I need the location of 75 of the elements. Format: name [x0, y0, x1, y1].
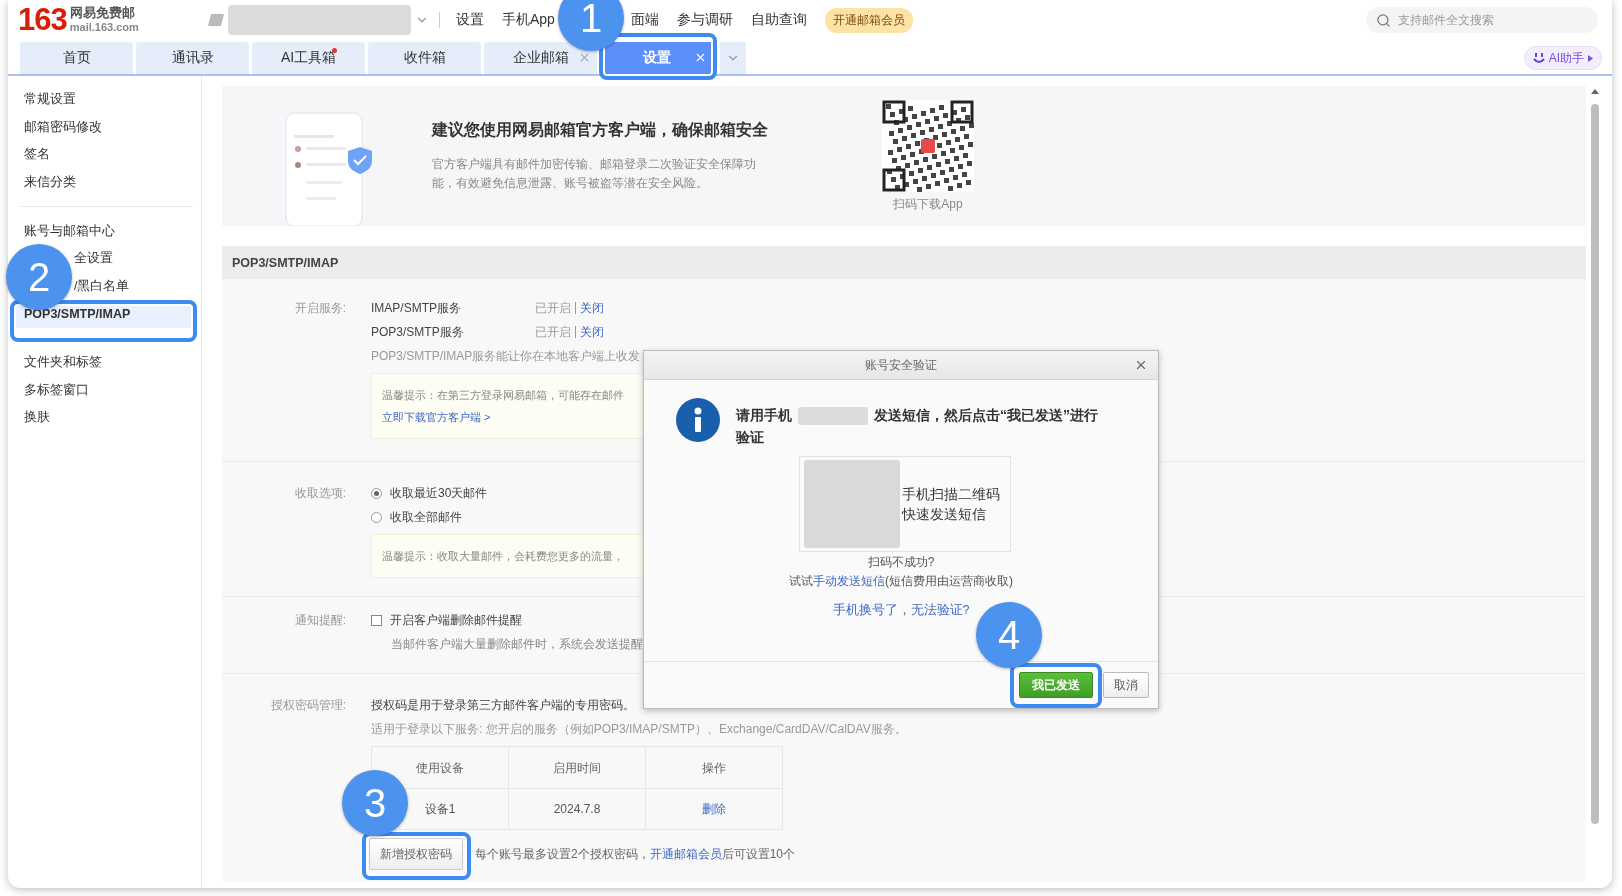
info-icon: [676, 398, 720, 442]
close-service-link[interactable]: 关闭: [580, 301, 604, 315]
search-icon: [1376, 13, 1391, 28]
sidebar-item[interactable]: /黑白名单: [74, 272, 130, 301]
tab[interactable]: 收件箱: [368, 42, 481, 74]
nav-link[interactable]: 手机App: [502, 11, 555, 29]
nav-link[interactable]: 面端: [630, 11, 659, 29]
sidebar-item[interactable]: 多标签窗口: [12, 376, 193, 404]
field-label: 授权密码管理:: [269, 698, 347, 714]
close-service-link[interactable]: 关闭: [580, 325, 604, 339]
manual-sms-link[interactable]: 手动发送短信: [813, 574, 885, 588]
sidebar-item[interactable]: 来信分类: [12, 168, 193, 197]
logo-name: 网易免费邮: [69, 6, 136, 20]
search-field[interactable]: 支持邮件全文搜索: [1366, 7, 1598, 33]
cancel-button[interactable]: 取消: [1103, 672, 1149, 698]
field-label: 通知提醒:: [293, 613, 347, 629]
tab[interactable]: AI工具箱: [252, 42, 365, 74]
checkbox-option[interactable]: 开启客户端删除邮件提醒: [371, 613, 522, 627]
triangle-icon: [1588, 54, 1593, 62]
service-status: 已开启: [535, 325, 571, 339]
field-label: 收取选项:: [293, 486, 347, 502]
dialog-title: 账号安全验证: [865, 356, 937, 374]
close-icon[interactable]: [694, 51, 707, 64]
close-icon[interactable]: [1134, 358, 1148, 372]
dialog-message: 请用手机 发送短信，然后点击“我已发送”进行验证: [736, 406, 1099, 447]
sidebar-item[interactable]: 账号与邮箱中心: [12, 217, 193, 245]
add-auth-code-button[interactable]: 新增授权密码: [369, 838, 463, 870]
radio-option[interactable]: 收取最近30天邮件: [371, 486, 488, 500]
service-description: POP3/SMTP/IMAP服务能让你在本地客户端上收发: [371, 349, 641, 363]
qr-instruction: 手机扫描二维码: [902, 485, 1000, 504]
limit-note: 每个账号最多设置2个授权密码，开通邮箱会员后可设置10个: [475, 847, 796, 861]
account-badge-icon: [208, 14, 224, 26]
column-header: 操作: [645, 746, 783, 789]
nav-link[interactable]: 设置: [456, 11, 484, 29]
hint-text: 当邮件客户端大量删除邮件时，系统会发送提醒: [390, 637, 643, 651]
sidebar-item[interactable]: 常规设置: [12, 86, 193, 114]
delete-link[interactable]: 删除: [702, 802, 726, 816]
qr-caption: 扫码下载App: [893, 195, 963, 213]
qr-instruction: 快速发送短信: [902, 505, 987, 524]
service-name: POP3/SMTP服务: [371, 325, 465, 339]
column-header: 启用时间: [508, 746, 646, 789]
sidebar-item[interactable]: 邮箱密码修改: [12, 113, 193, 142]
field-label: 开启服务:: [293, 301, 347, 317]
sidebar-item[interactable]: 换肤: [12, 403, 193, 432]
banner-text: 官方客户端具有邮件加密传输、邮箱登录二次验证安全保障功能，有效避免信息泄露、账号被盗等潜在安全风险。: [432, 155, 757, 192]
tab[interactable]: 首页: [20, 42, 133, 74]
vip-pill[interactable]: 开通邮箱会员: [824, 7, 913, 33]
smile-icon: [1532, 52, 1545, 64]
banner-title: 建议您使用网易邮箱官方客户端，确保邮箱安全: [432, 119, 769, 140]
sidebar-item[interactable]: 全设置: [74, 244, 113, 273]
scan-failed-text: 扫码不成功?: [867, 554, 935, 571]
radio-icon[interactable]: [371, 487, 382, 499]
radio-option[interactable]: 收取全部邮件: [371, 510, 462, 524]
manual-sms-text: 试试手动发送短信(短信费用由运营商收取): [789, 573, 1013, 590]
auth-scope-text: 适用于登录以下服务: 您开启的服务（例如POP3/IMAP/SMTP）、Exchange/CardDAV/CalDAV服务。: [371, 722, 907, 736]
ai-assistant-button[interactable]: AI助手: [1523, 46, 1602, 70]
tip-text: 温馨提示：在第三方登录网易邮箱，可能存在邮件: [382, 388, 625, 402]
logo-domain: mail.163.com: [69, 20, 139, 34]
phone-changed-link[interactable]: 手机换号了，无法验证?: [832, 602, 970, 619]
table-cell: 2024.7.8: [508, 788, 646, 830]
tab[interactable]: 企业邮箱: [484, 42, 597, 74]
auth-description: 授权码是用于登录第三方邮件客户端的专用密码。: [371, 698, 635, 712]
tip-text: 温馨提示：收取大量邮件，会耗费您更多的流量，: [382, 549, 625, 563]
radio-icon[interactable]: [371, 511, 382, 523]
tab[interactable]: 通讯录: [136, 42, 249, 74]
sidebar-item[interactable]: 签名: [12, 141, 193, 169]
section-header: POP3/SMTP/IMAP: [222, 246, 1586, 279]
checkbox[interactable]: [371, 614, 382, 626]
sidebar-item[interactable]: 文件夹和标签: [12, 348, 193, 377]
service-status: 已开启: [535, 301, 571, 315]
nav-link[interactable]: 参与调研: [676, 11, 733, 29]
service-name: IMAP/SMTP服务: [371, 301, 462, 315]
nav-link[interactable]: 自助查询: [750, 11, 807, 29]
vip-link[interactable]: 开通邮箱会员: [649, 847, 722, 861]
logo-number: 163: [18, 2, 67, 38]
